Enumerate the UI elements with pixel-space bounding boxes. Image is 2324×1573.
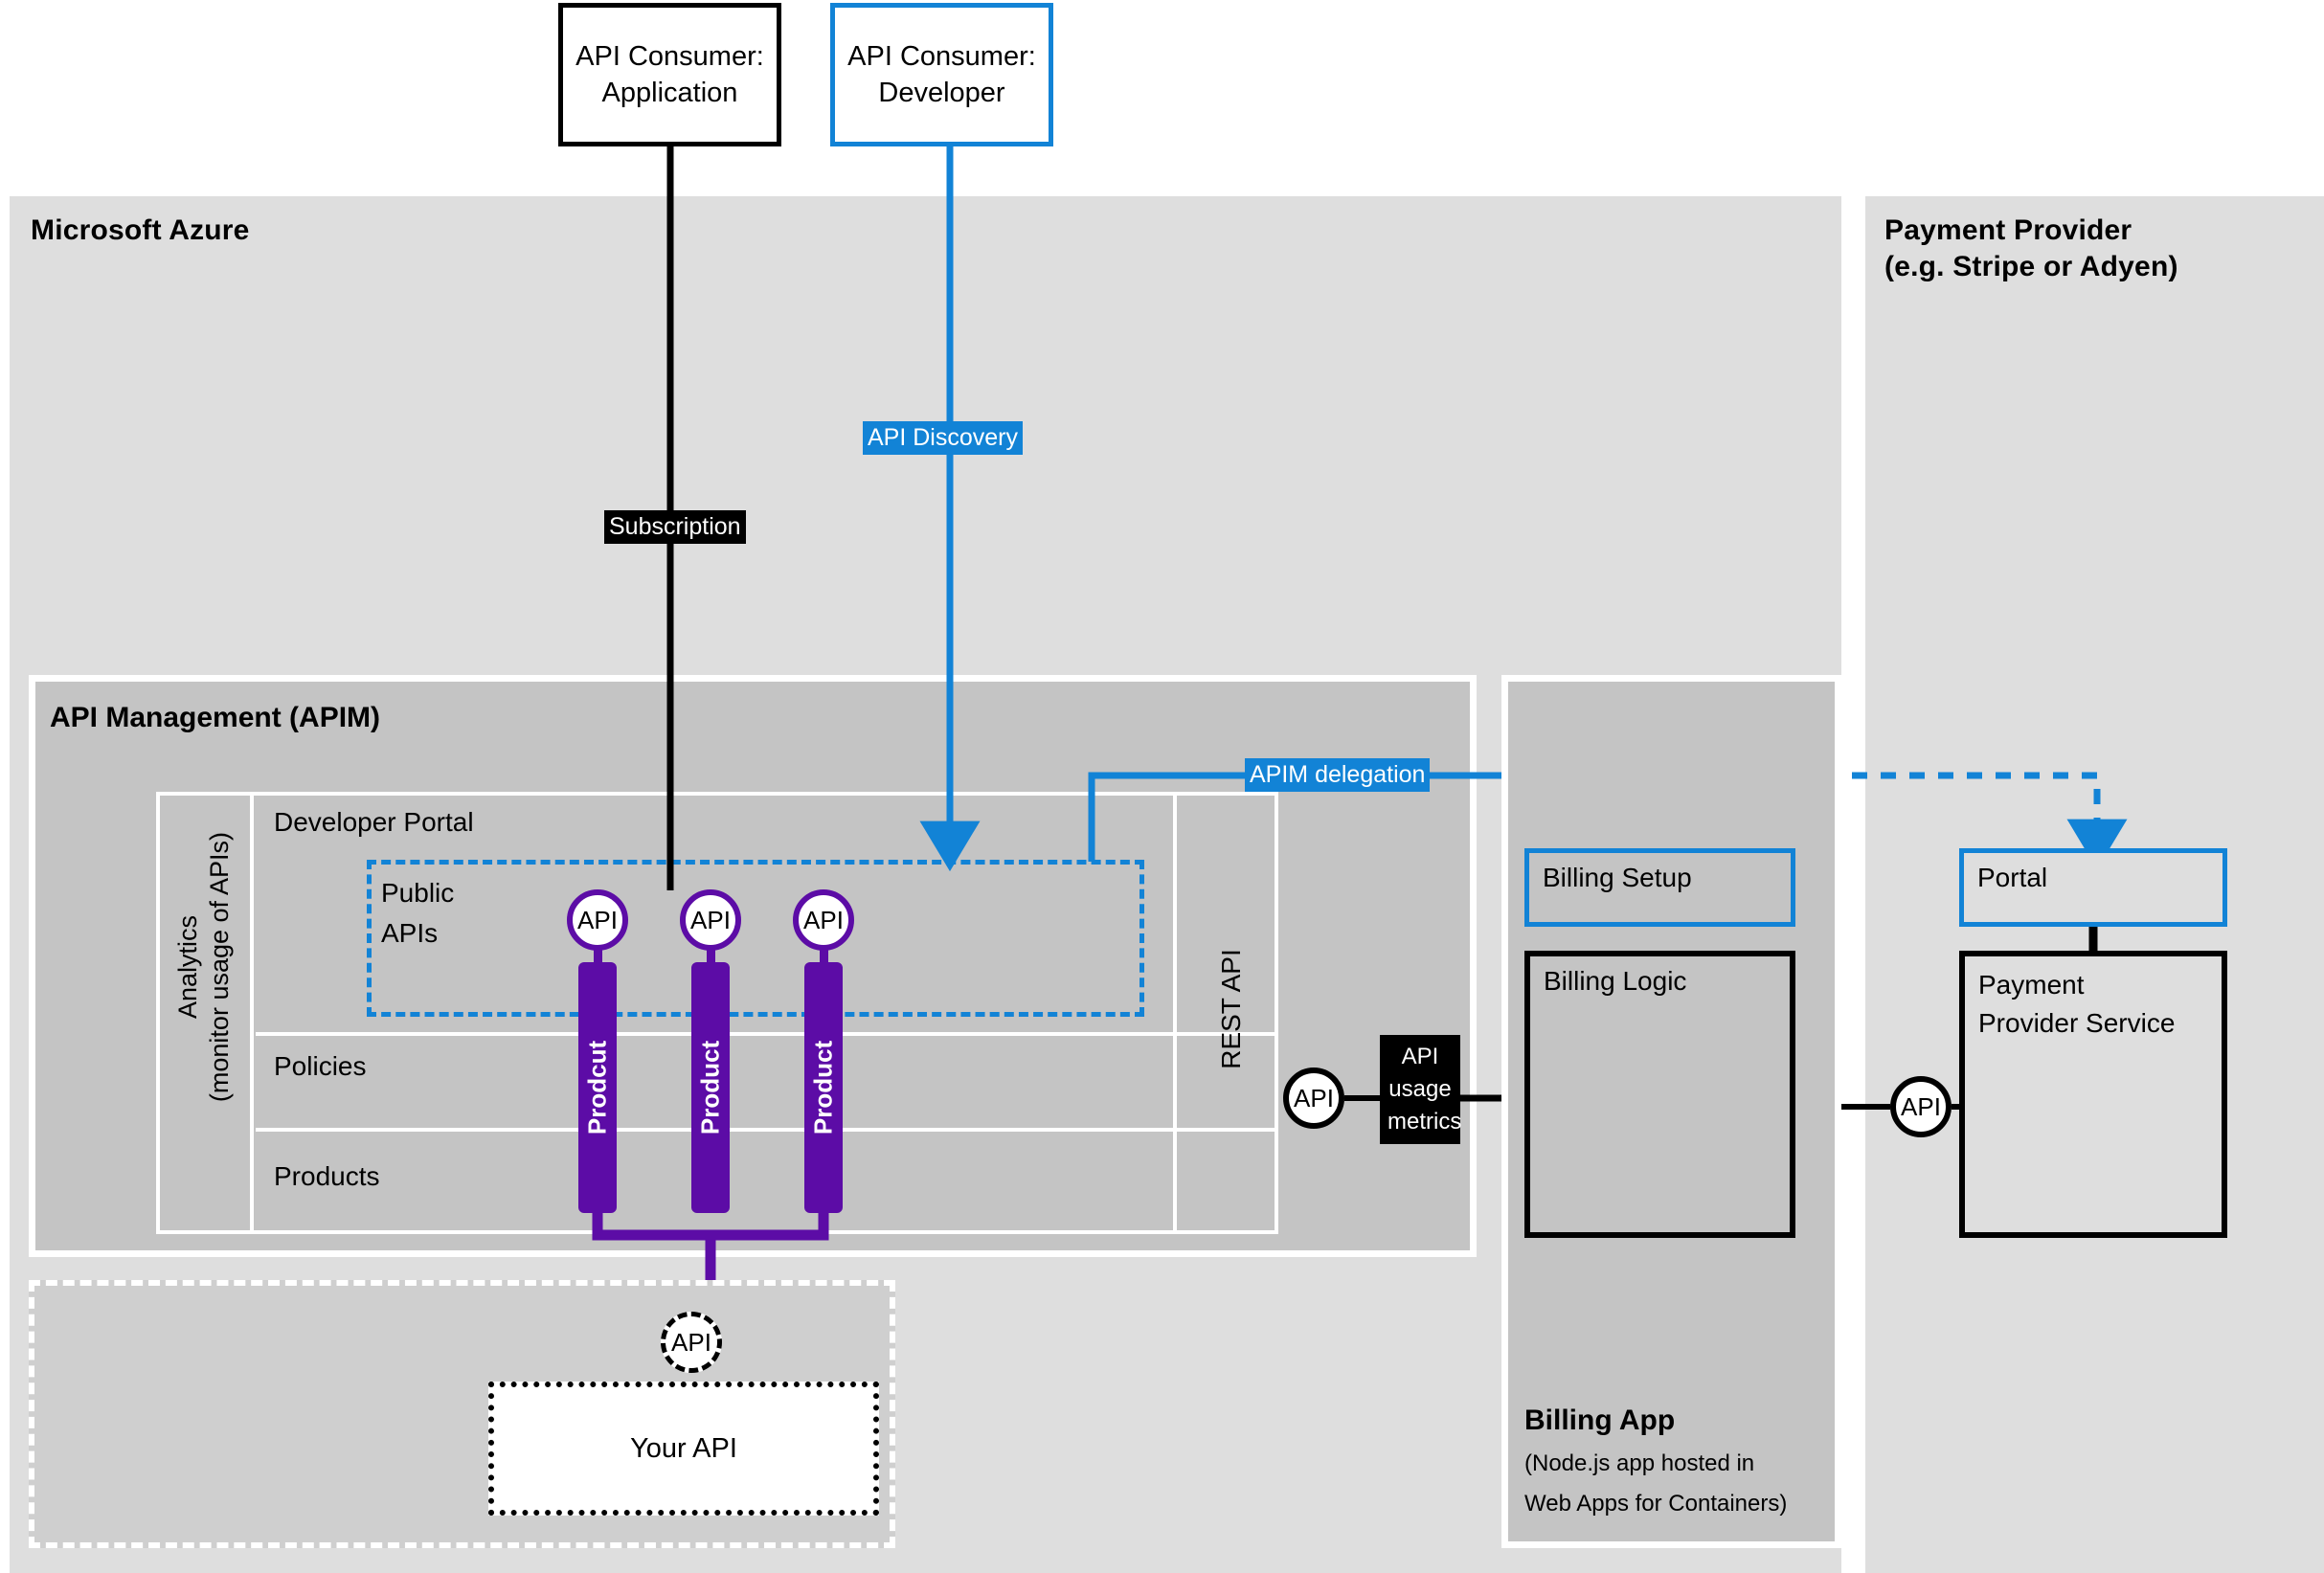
billing-app-subtitle-line1: (Node.js app hosted in [1524,1450,1755,1476]
billing-logic-box[interactable]: Billing Logic [1524,951,1795,1238]
payment-provider-service-box[interactable]: Payment Provider Service [1959,951,2227,1238]
apim-products-label: Products [274,1161,380,1191]
public-apis-label: Public APIs [381,873,454,954]
billing-setup-box[interactable]: Billing Setup [1524,848,1795,927]
payment-provider-title-line1: Payment Provider [1884,214,2132,246]
billing-app-subtitle: (Node.js app hosted in Web Apps for Cont… [1524,1444,1840,1524]
payment-provider-title-line2: (e.g. Stripe or Adyen) [1884,251,2178,282]
subscription-label-text: Subscription [609,513,741,540]
panel-payment-provider-title: Payment Provider (e.g. Stripe or Adyen) [1884,213,2306,285]
your-api-node[interactable]: API [661,1312,722,1373]
api-node-1-label: API [577,905,618,934]
apim-analytics-column: Analytics (monitor usage of APIs) [156,792,254,1234]
billing-app-subtitle-line2: Web Apps for Containers) [1524,1491,1788,1517]
api-node-2-label: API [690,905,731,934]
payment-provider-api-node[interactable]: API [1890,1076,1952,1137]
panel-azure-title: Microsoft Azure [31,214,250,246]
public-apis-dashed-region [367,860,1144,1017]
product-bar-3[interactable]: Product [804,962,843,1213]
payment-provider-api-node-label: API [1901,1091,1941,1121]
product-bar-3-label: Product [808,1040,838,1135]
your-api-node-label: API [671,1327,711,1357]
api-discovery-label: API Discovery [863,421,1023,455]
public-apis-line2: APIs [381,918,439,948]
api-node-1[interactable]: API [567,889,628,951]
apim-row-policies [256,1036,1278,1132]
api-usage-metrics-line3: metrics [1388,1109,1462,1135]
api-node-2[interactable]: API [680,889,741,951]
api-consumer-developer-box[interactable]: API Consumer: Developer [830,3,1053,146]
apim-developer-portal-label: Developer Portal [274,807,474,837]
api-node-3[interactable]: API [793,889,854,951]
api-node-3-label: API [803,905,844,934]
consumer-developer-line2: Developer [878,78,1005,108]
consumer-application-line2: Application [601,78,738,108]
apim-rest-api-label: REST API [1216,949,1246,1069]
apim-analytics-label: Analytics (monitor usage of APIs) [172,766,236,1168]
consumer-application-line1: API Consumer: [575,41,764,72]
payment-provider-service-line2: Provider Service [1978,1008,2176,1038]
payment-portal-label: Portal [1977,863,2048,892]
rest-api-node-label: API [1294,1083,1334,1112]
product-bar-2[interactable]: Product [691,962,730,1213]
payment-provider-service-line1: Payment [1978,970,2085,1000]
apim-row-products [256,1132,1278,1234]
rest-api-node[interactable]: API [1283,1067,1344,1129]
product-bar-1-label: Prodcut [582,1040,612,1135]
subscription-label: Subscription [604,510,746,544]
api-usage-metrics-line1: API [1401,1044,1439,1069]
billing-app-title: Billing App [1524,1404,1676,1436]
api-usage-metrics-label: API usage metrics [1380,1035,1462,1144]
analytics-label-line2: (monitor usage of APIs) [205,831,234,1103]
api-consumer-application-box[interactable]: API Consumer: Application [558,3,781,146]
api-usage-metrics-line2: usage [1388,1076,1452,1102]
product-bar-2-label: Product [695,1040,725,1135]
billing-setup-label: Billing Setup [1543,863,1692,892]
your-api-box-label: Your API [630,1432,737,1464]
apim-rest-api-column: REST API [1173,792,1278,1234]
apim-policies-label: Policies [274,1051,367,1081]
consumer-developer-line1: API Consumer: [847,41,1036,72]
payment-portal-box[interactable]: Portal [1959,848,2227,927]
public-apis-line1: Public [381,878,455,908]
apim-title: API Management (APIM) [50,702,381,733]
your-api-box[interactable]: Your API [488,1382,879,1516]
product-bar-1[interactable]: Prodcut [578,962,617,1213]
apim-delegation-label-text: APIM delegation [1250,761,1426,788]
apim-delegation-label: APIM delegation [1245,758,1431,792]
analytics-label-line1: Analytics [173,914,202,1020]
billing-logic-label: Billing Logic [1544,966,1687,996]
api-discovery-label-text: API Discovery [868,424,1018,451]
